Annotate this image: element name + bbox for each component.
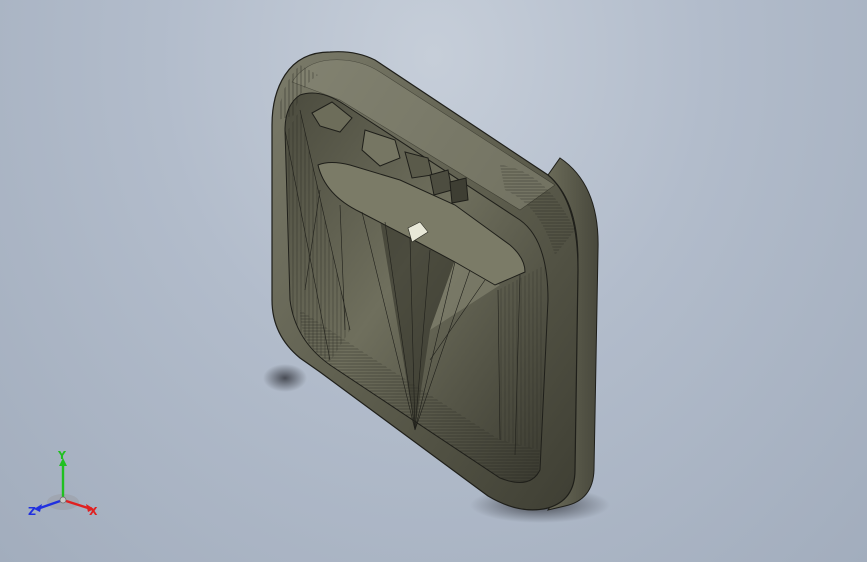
reference-triad: Y Z X <box>26 450 106 520</box>
graphics-viewport[interactable]: Y Z X <box>0 0 867 562</box>
mesh-right-wall <box>498 265 545 450</box>
z-axis-label: Z <box>28 505 36 518</box>
feature-block-4 <box>429 169 453 196</box>
feature-block-5 <box>449 177 469 204</box>
y-axis-label: Y <box>58 449 66 462</box>
x-axis-label: X <box>89 505 98 518</box>
model-view[interactable] <box>0 0 867 562</box>
model-shadow-left <box>263 364 307 392</box>
